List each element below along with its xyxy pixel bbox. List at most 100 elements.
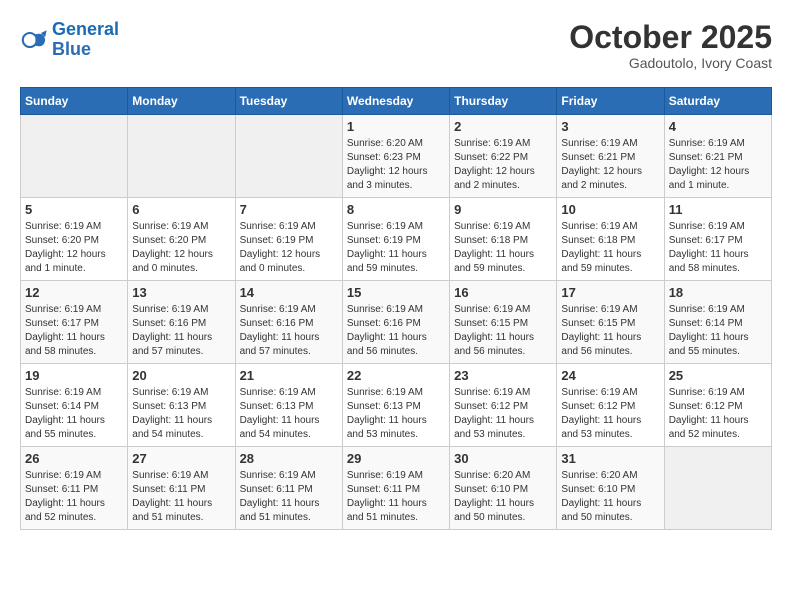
day-info: Sunrise: 6:19 AM Sunset: 6:12 PM Dayligh… <box>454 386 552 442</box>
day-number: 16 <box>454 285 552 300</box>
calendar-week-row: 19 Sunrise: 6:19 AM Sunset: 6:14 PM Dayli… <box>21 364 772 447</box>
day-number: 14 <box>240 285 338 300</box>
day-info: Sunrise: 6:19 AM Sunset: 6:16 PM Dayligh… <box>347 303 445 359</box>
day-number: 19 <box>25 368 123 383</box>
day-info: Sunrise: 6:19 AM Sunset: 6:21 PM Dayligh… <box>561 137 659 193</box>
day-number: 3 <box>561 119 659 134</box>
logo-line2: Blue <box>52 39 91 59</box>
day-info: Sunrise: 6:19 AM Sunset: 6:15 PM Dayligh… <box>561 303 659 359</box>
calendar-cell: 3 Sunrise: 6:19 AM Sunset: 6:21 PM Daylig… <box>557 115 664 198</box>
calendar-cell: 14 Sunrise: 6:19 AM Sunset: 6:16 PM Dayli… <box>235 281 342 364</box>
calendar-cell: 23 Sunrise: 6:19 AM Sunset: 6:12 PM Dayli… <box>450 364 557 447</box>
day-number: 24 <box>561 368 659 383</box>
day-number: 7 <box>240 202 338 217</box>
calendar-cell: 10 Sunrise: 6:19 AM Sunset: 6:18 PM Dayli… <box>557 198 664 281</box>
calendar-cell: 27 Sunrise: 6:19 AM Sunset: 6:11 PM Dayli… <box>128 447 235 530</box>
day-info: Sunrise: 6:19 AM Sunset: 6:12 PM Dayligh… <box>669 386 767 442</box>
day-number: 6 <box>132 202 230 217</box>
calendar-cell: 17Sunrise: 6:19 AM Sunset: 6:15 PM Dayli… <box>557 281 664 364</box>
day-info: Sunrise: 6:19 AM Sunset: 6:12 PM Dayligh… <box>561 386 659 442</box>
day-number: 23 <box>454 368 552 383</box>
day-number: 28 <box>240 451 338 466</box>
day-info: Sunrise: 6:19 AM Sunset: 6:17 PM Dayligh… <box>669 220 767 276</box>
day-info: Sunrise: 6:19 AM Sunset: 6:13 PM Dayligh… <box>240 386 338 442</box>
calendar-cell: 6Sunrise: 6:19 AM Sunset: 6:20 PM Daylig… <box>128 198 235 281</box>
calendar-body: 1Sunrise: 6:20 AM Sunset: 6:23 PM Daylig… <box>21 115 772 530</box>
calendar-cell: 21 Sunrise: 6:19 AM Sunset: 6:13 PM Dayli… <box>235 364 342 447</box>
day-info: Sunrise: 6:19 AM Sunset: 6:11 PM Dayligh… <box>240 469 338 525</box>
title-block: October 2025 Gadoutolo, Ivory Coast <box>569 20 772 71</box>
day-number: 31 <box>561 451 659 466</box>
calendar-cell: 26Sunrise: 6:19 AM Sunset: 6:11 PM Dayli… <box>21 447 128 530</box>
logo-text: General Blue <box>52 20 119 60</box>
calendar-cell: 12Sunrise: 6:19 AM Sunset: 6:17 PM Dayli… <box>21 281 128 364</box>
day-info: Sunrise: 6:19 AM Sunset: 6:14 PM Dayligh… <box>669 303 767 359</box>
weekday-header: Friday <box>557 88 664 115</box>
weekday-header: Tuesday <box>235 88 342 115</box>
day-number: 26 <box>25 451 123 466</box>
day-number: 20 <box>132 368 230 383</box>
calendar-cell: 19 Sunrise: 6:19 AM Sunset: 6:14 PM Dayli… <box>21 364 128 447</box>
calendar-cell <box>21 115 128 198</box>
logo-line1: General <box>52 19 119 39</box>
calendar-header: SundayMondayTuesdayWednesdayThursdayFrid… <box>21 88 772 115</box>
calendar-cell: 5Sunrise: 6:19 AM Sunset: 6:20 PM Daylig… <box>21 198 128 281</box>
day-number: 2 <box>454 119 552 134</box>
calendar-cell: 2Sunrise: 6:19 AM Sunset: 6:22 PM Daylig… <box>450 115 557 198</box>
day-number: 12 <box>25 285 123 300</box>
calendar-week-row: 1Sunrise: 6:20 AM Sunset: 6:23 PM Daylig… <box>21 115 772 198</box>
day-info: Sunrise: 6:19 AM Sunset: 6:14 PM Dayligh… <box>25 386 123 442</box>
page-header: General Blue October 2025 Gadoutolo, Ivo… <box>20 20 772 71</box>
calendar-cell: 29Sunrise: 6:19 AM Sunset: 6:11 PM Dayli… <box>342 447 449 530</box>
calendar-cell: 22 Sunrise: 6:19 AM Sunset: 6:13 PM Dayli… <box>342 364 449 447</box>
day-number: 27 <box>132 451 230 466</box>
location-subtitle: Gadoutolo, Ivory Coast <box>569 55 772 71</box>
calendar-week-row: 12Sunrise: 6:19 AM Sunset: 6:17 PM Dayli… <box>21 281 772 364</box>
weekday-header: Wednesday <box>342 88 449 115</box>
day-number: 5 <box>25 202 123 217</box>
day-number: 10 <box>561 202 659 217</box>
day-info: Sunrise: 6:19 AM Sunset: 6:13 PM Dayligh… <box>132 386 230 442</box>
day-info: Sunrise: 6:19 AM Sunset: 6:16 PM Dayligh… <box>240 303 338 359</box>
day-number: 30 <box>454 451 552 466</box>
day-info: Sunrise: 6:19 AM Sunset: 6:19 PM Dayligh… <box>347 220 445 276</box>
day-info: Sunrise: 6:19 AM Sunset: 6:16 PM Dayligh… <box>132 303 230 359</box>
logo-icon <box>20 26 48 54</box>
calendar-cell: 30 Sunrise: 6:20 AM Sunset: 6:10 PM Dayli… <box>450 447 557 530</box>
logo: General Blue <box>20 20 119 60</box>
month-title: October 2025 <box>569 20 772 55</box>
calendar-cell <box>235 115 342 198</box>
day-info: Sunrise: 6:19 AM Sunset: 6:18 PM Dayligh… <box>454 220 552 276</box>
weekday-header: Thursday <box>450 88 557 115</box>
day-number: 11 <box>669 202 767 217</box>
day-info: Sunrise: 6:20 AM Sunset: 6:10 PM Dayligh… <box>454 469 552 525</box>
day-info: Sunrise: 6:20 AM Sunset: 6:23 PM Dayligh… <box>347 137 445 193</box>
weekday-header-row: SundayMondayTuesdayWednesdayThursdayFrid… <box>21 88 772 115</box>
day-info: Sunrise: 6:19 AM Sunset: 6:11 PM Dayligh… <box>347 469 445 525</box>
calendar-cell: 25Sunrise: 6:19 AM Sunset: 6:12 PM Dayli… <box>664 364 771 447</box>
day-number: 22 <box>347 368 445 383</box>
calendar-cell <box>128 115 235 198</box>
weekday-header: Sunday <box>21 88 128 115</box>
calendar-cell: 18Sunrise: 6:19 AM Sunset: 6:14 PM Dayli… <box>664 281 771 364</box>
day-info: Sunrise: 6:19 AM Sunset: 6:18 PM Dayligh… <box>561 220 659 276</box>
day-number: 21 <box>240 368 338 383</box>
calendar-cell: 7Sunrise: 6:19 AM Sunset: 6:19 PM Daylig… <box>235 198 342 281</box>
calendar-cell: 20 Sunrise: 6:19 AM Sunset: 6:13 PM Dayli… <box>128 364 235 447</box>
calendar-cell: 9 Sunrise: 6:19 AM Sunset: 6:18 PM Daylig… <box>450 198 557 281</box>
day-number: 9 <box>454 202 552 217</box>
day-info: Sunrise: 6:20 AM Sunset: 6:10 PM Dayligh… <box>561 469 659 525</box>
day-number: 15 <box>347 285 445 300</box>
day-number: 13 <box>132 285 230 300</box>
calendar-cell: 15 Sunrise: 6:19 AM Sunset: 6:16 PM Dayli… <box>342 281 449 364</box>
day-info: Sunrise: 6:19 AM Sunset: 6:11 PM Dayligh… <box>132 469 230 525</box>
calendar-week-row: 5Sunrise: 6:19 AM Sunset: 6:20 PM Daylig… <box>21 198 772 281</box>
calendar-cell <box>664 447 771 530</box>
day-info: Sunrise: 6:19 AM Sunset: 6:13 PM Dayligh… <box>347 386 445 442</box>
calendar-cell: 4Sunrise: 6:19 AM Sunset: 6:21 PM Daylig… <box>664 115 771 198</box>
calendar-cell: 1Sunrise: 6:20 AM Sunset: 6:23 PM Daylig… <box>342 115 449 198</box>
day-number: 4 <box>669 119 767 134</box>
calendar-week-row: 26 Sunrise: 6:19 AM Sunset: 6:11 PM Dayli… <box>21 447 772 530</box>
weekday-header: Saturday <box>664 88 771 115</box>
weekday-header: Monday <box>128 88 235 115</box>
